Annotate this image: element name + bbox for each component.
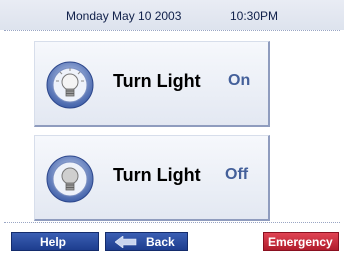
top-divider [4, 30, 340, 31]
turn-light-label: Turn Light [113, 165, 201, 185]
lightbulb-off-icon [46, 155, 94, 203]
date-text: Monday May 10 2003 [66, 9, 182, 23]
back-button[interactable]: Back [105, 232, 188, 251]
turn-light-on-button[interactable]: Turn Light On [34, 41, 270, 127]
back-label: Back [146, 235, 175, 249]
turn-light-label: Turn Light [113, 71, 201, 91]
turn-light-off-button[interactable]: Turn Light Off [34, 135, 270, 221]
status-bar: Monday May 10 2003 10:30PM [0, 0, 344, 30]
help-label: Help [40, 235, 67, 249]
bottom-divider [4, 222, 340, 223]
light-state-off: Off [225, 166, 249, 183]
help-button[interactable]: Help [11, 232, 99, 251]
lightbulb-on-icon [46, 61, 94, 109]
left-arrow-icon [115, 236, 137, 248]
light-state-on: On [228, 72, 251, 89]
emergency-label: Emergency [268, 235, 333, 249]
emergency-button[interactable]: Emergency [263, 232, 339, 251]
time-text: 10:30PM [230, 9, 279, 23]
